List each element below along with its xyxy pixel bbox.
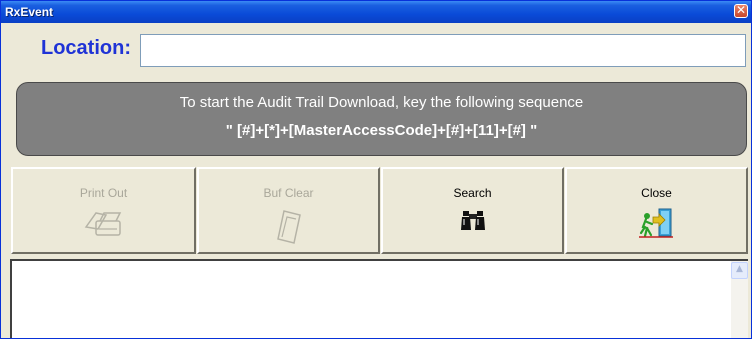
window-title: RxEvent	[5, 5, 54, 19]
vertical-scrollbar[interactable]: ▲	[731, 261, 748, 338]
scroll-up-button[interactable]: ▲	[731, 262, 748, 279]
binoculars-icon	[460, 211, 485, 230]
search-label: Search	[453, 186, 492, 200]
instruction-banner: To start the Audit Trail Download, key t…	[16, 82, 747, 156]
rxevent-window: RxEvent ✕ Location: To start the Audit T…	[0, 0, 752, 339]
key-sequence-text: " [#]+[*]+[MasterAccessCode]+[#]+[11]+[#…	[225, 122, 538, 139]
location-label: Location:	[41, 37, 131, 59]
exit-door-icon	[638, 208, 673, 238]
close-icon: ✕	[735, 3, 747, 17]
buf-clear-label: Buf Clear	[263, 186, 314, 200]
chevron-up-icon: ▲	[736, 264, 743, 274]
buf-clear-button[interactable]: Buf Clear	[197, 167, 380, 254]
close-label: Close	[641, 186, 672, 200]
eraser-icon	[276, 210, 301, 244]
printer-icon	[84, 212, 121, 236]
title-bar[interactable]: RxEvent ✕	[1, 1, 751, 23]
search-button[interactable]: Search	[381, 167, 564, 254]
location-input[interactable]	[140, 34, 746, 67]
window-close-button[interactable]: ✕	[734, 3, 748, 18]
event-log-pane[interactable]: ▲	[10, 259, 748, 338]
instruction-text: To start the Audit Trail Download, key t…	[179, 94, 584, 111]
close-button[interactable]: Close	[565, 167, 748, 254]
print-out-button[interactable]: Print Out	[11, 167, 196, 254]
print-out-label: Print Out	[79, 186, 128, 200]
